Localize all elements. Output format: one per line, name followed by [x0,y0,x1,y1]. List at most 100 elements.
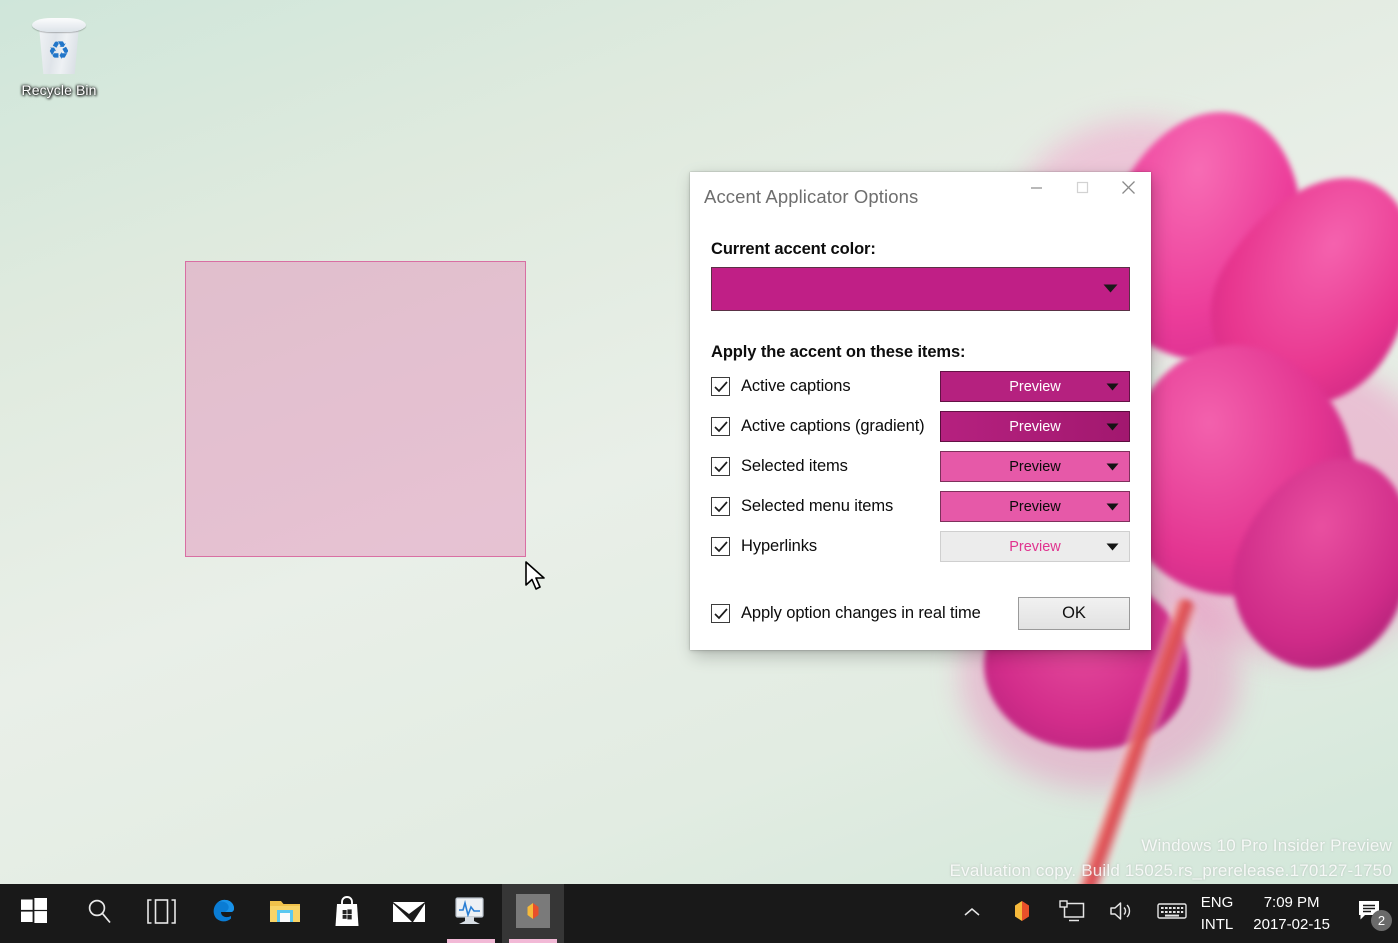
task-manager-icon [454,896,488,931]
checkbox-hyperlinks[interactable]: Hyperlinks [711,537,940,556]
checkmark-icon [711,537,730,556]
minimize-icon [1030,182,1043,193]
dialog-titlebar[interactable]: Accent Applicator Options [690,172,1151,221]
tray-accent-applicator-button[interactable] [997,884,1047,943]
checkbox-active-captions[interactable]: Active captions [711,377,940,396]
ok-button[interactable]: OK [1018,597,1130,630]
maximize-icon [1076,181,1089,194]
preview-button-selected-menu-items[interactable]: Preview [940,491,1130,522]
chevron-down-icon [1106,539,1119,555]
accent-applicator-tray-icon [1010,899,1034,928]
recycle-bin-desktop-icon[interactable]: ♻ Recycle Bin [12,10,106,110]
checkmark-icon [711,604,730,623]
chevron-down-icon [1106,499,1119,515]
checkbox-selected-menu-items[interactable]: Selected menu items [711,497,940,516]
language-line-1: ENG [1201,892,1234,914]
action-center-button[interactable]: 2 [1342,884,1398,943]
preview-button-active-captions-gradient[interactable]: Preview [940,411,1130,442]
clock[interactable]: 7:09 PM 2017-02-15 [1241,884,1342,943]
clock-date: 2017-02-15 [1253,914,1330,936]
close-icon [1121,180,1136,195]
option-row-active-captions[interactable]: Active captions Preview [711,371,1130,402]
checkbox-active-captions-gradient[interactable]: Active captions (gradient) [711,417,940,436]
recycle-bin-label: Recycle Bin [12,82,106,99]
clock-time: 7:09 PM [1253,892,1330,914]
chevron-down-icon [1106,459,1119,475]
store-button[interactable] [316,884,378,943]
minimize-button[interactable] [1013,172,1059,203]
option-row-active-captions-gradient[interactable]: Active captions (gradient) Preview [711,411,1130,442]
preview-label: Preview [1009,459,1061,475]
chevron-down-icon [1106,379,1119,395]
task-manager-button[interactable] [440,884,502,943]
evaluation-watermark: Windows 10 Pro Insider Preview Evaluatio… [950,833,1392,883]
option-row-selected-items[interactable]: Selected items Preview [711,451,1130,482]
option-label: Active captions [741,377,850,396]
speaker-icon [1109,900,1135,927]
windows-logo-icon [21,898,47,929]
desktop[interactable]: ♻ Recycle Bin Windows 10 Pro Insider Pre… [0,0,1398,943]
tray-keyboard-button[interactable] [1147,884,1197,943]
language-line-2: INTL [1201,914,1234,936]
watermark-line-2: Evaluation copy. Build 15025.rs_prerelea… [950,858,1392,883]
chevron-down-icon [1106,419,1119,435]
accent-applicator-button[interactable] [502,884,564,943]
option-label: Active captions (gradient) [741,417,925,436]
apply-realtime-label: Apply option changes in real time [741,604,981,623]
search-button[interactable] [68,884,130,943]
mail-envelope-icon [392,899,426,929]
file-explorer-button[interactable] [254,884,316,943]
watermark-line-1: Windows 10 Pro Insider Preview [950,833,1392,858]
folder-icon [269,897,301,930]
option-row-hyperlinks[interactable]: Hyperlinks Preview [711,531,1130,562]
dialog-body: Current accent color: Apply the accent o… [690,240,1151,630]
accent-applicator-dialog[interactable]: Accent Applicator Options [690,172,1151,650]
accent-applicator-icon [516,894,550,933]
preview-button-selected-items[interactable]: Preview [940,451,1130,482]
chevron-up-icon [963,905,981,923]
preview-label: Preview [1009,419,1061,435]
preview-label: Preview [1009,379,1061,395]
mail-button[interactable] [378,884,440,943]
edge-icon [207,895,239,932]
recycle-bin-icon: ♻ [27,14,91,78]
mouse-pointer-icon [525,561,547,593]
option-label: Hyperlinks [741,537,817,556]
current-accent-color-label: Current accent color: [711,240,1130,259]
checkmark-icon [711,417,730,436]
selection-rectangle [185,261,526,557]
start-button[interactable] [0,884,68,943]
monitor-icon [1059,900,1085,928]
option-label: Selected menu items [741,497,893,516]
apply-accent-items-label: Apply the accent on these items: [711,343,1130,362]
preview-button-hyperlinks[interactable]: Preview [940,531,1130,562]
window-title: Accent Applicator Options [690,172,1013,208]
checkmark-icon [711,457,730,476]
notification-count-badge: 2 [1371,910,1392,931]
task-view-button[interactable] [130,884,192,943]
store-bag-icon [333,896,361,932]
checkbox-selected-items[interactable]: Selected items [711,457,940,476]
checkmark-icon [711,377,730,396]
language-indicator[interactable]: ENG INTL [1197,884,1242,943]
accent-color-dropdown[interactable] [711,267,1130,311]
checkmark-icon [711,497,730,516]
preview-button-active-captions[interactable]: Preview [940,371,1130,402]
option-row-selected-menu-items[interactable]: Selected menu items Preview [711,491,1130,522]
tray-network-button[interactable] [1047,884,1097,943]
chevron-down-icon [1103,280,1118,298]
search-icon [86,898,113,930]
task-view-icon [146,899,177,929]
checkbox-apply-realtime[interactable]: Apply option changes in real time [711,604,1018,623]
system-tray[interactable]: ENG INTL 7:09 PM 2017-02-15 [947,884,1398,943]
taskbar[interactable]: ENG INTL 7:09 PM 2017-02-15 [0,884,1398,943]
preview-label: Preview [1009,499,1061,515]
option-label: Selected items [741,457,848,476]
close-button[interactable] [1105,172,1151,203]
maximize-button[interactable] [1059,172,1105,203]
keyboard-icon [1157,901,1187,926]
edge-button[interactable] [192,884,254,943]
dialog-footer: Apply option changes in real time OK [711,597,1130,630]
tray-volume-button[interactable] [1097,884,1147,943]
tray-overflow-button[interactable] [947,884,997,943]
